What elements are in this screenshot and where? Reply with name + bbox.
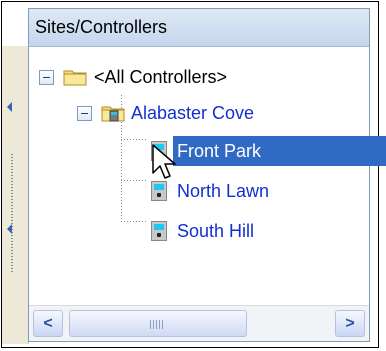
- splitter-grip[interactable]: [11, 154, 13, 274]
- controller-tree: <All Controllers> Alabaster Cove Front P…: [29, 47, 386, 305]
- collapse-left-arrow-icon[interactable]: [7, 102, 12, 112]
- tree-connector: [121, 180, 147, 181]
- tree-node-label[interactable]: North Lawn: [177, 181, 269, 202]
- tree-node-label[interactable]: <All Controllers>: [94, 67, 227, 88]
- splitter-bar[interactable]: [2, 46, 29, 344]
- tree-node-label[interactable]: Alabaster Cove: [131, 103, 254, 124]
- collapse-toggle-icon[interactable]: [39, 70, 54, 85]
- tree-node-site[interactable]: Alabaster Cove: [77, 99, 337, 127]
- controller-icon: [151, 221, 167, 241]
- tree-node-controller[interactable]: South Hill: [147, 217, 347, 245]
- tree-connector: [121, 221, 147, 222]
- scroll-thumb-grip: [150, 320, 164, 329]
- collapse-toggle-icon[interactable]: [77, 106, 92, 121]
- panel-title: Sites/Controllers: [29, 9, 369, 47]
- tree-node-controller[interactable]: Front Park: [147, 136, 386, 166]
- tree-node-label-selected[interactable]: Front Park: [173, 136, 386, 166]
- tree-node-label[interactable]: South Hill: [177, 221, 254, 242]
- horizontal-scrollbar[interactable]: < >: [29, 305, 369, 341]
- scroll-left-button[interactable]: <: [33, 310, 63, 337]
- tree-connector: [121, 139, 147, 140]
- tree-node-all-controllers[interactable]: <All Controllers>: [39, 63, 299, 91]
- site-folder-icon: [101, 106, 125, 122]
- folder-icon: [63, 70, 87, 86]
- scroll-thumb[interactable]: [69, 310, 247, 337]
- collapse-left-arrow-icon-lower[interactable]: [7, 224, 12, 234]
- mouse-cursor-icon: [152, 144, 176, 179]
- scroll-right-button[interactable]: >: [335, 310, 365, 337]
- controller-icon: [151, 181, 167, 201]
- sites-controllers-panel: Sites/Controllers <All Controllers> Alab…: [28, 8, 386, 342]
